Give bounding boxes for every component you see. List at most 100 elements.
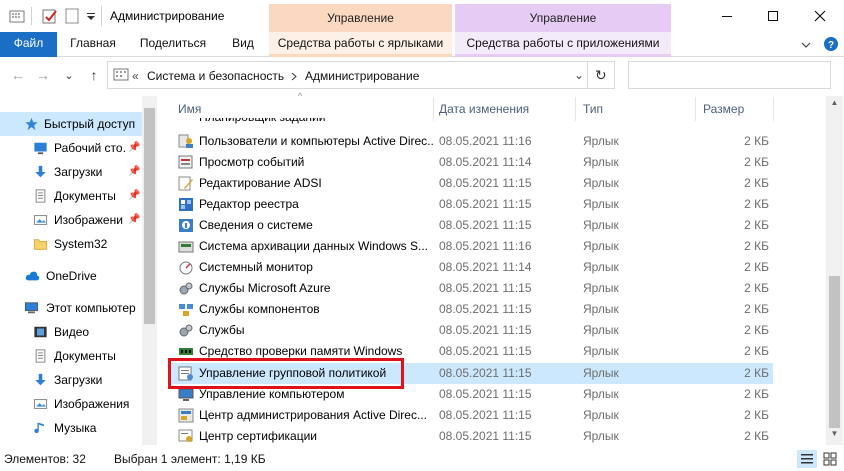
table-row[interactable]: Просмотр событий 08.05.2021 11:14 Ярлык …: [170, 152, 773, 173]
breadcrumb-system-security[interactable]: Система и безопасность: [147, 69, 284, 83]
breadcrumb-administration[interactable]: Администрирование: [305, 69, 419, 83]
address-dropdown-icon[interactable]: ⌄: [574, 68, 584, 82]
tab-share[interactable]: Поделиться: [136, 32, 210, 57]
table-row[interactable]: Службы Microsoft Azure 08.05.2021 11:15 …: [170, 278, 773, 299]
highlight-box: [168, 358, 404, 389]
nav-label: OneDrive: [46, 269, 97, 283]
up-button[interactable]: ↑: [84, 65, 104, 85]
back-icon: ←: [11, 67, 25, 83]
pin-icon[interactable]: 📌: [128, 208, 140, 232]
file-name: Редактирование ADSI: [199, 176, 322, 190]
file-size: 2 КБ: [744, 323, 769, 337]
qa-customize-icon[interactable]: [86, 8, 96, 24]
ad-admin-center-icon: [178, 408, 194, 423]
nav-scrollbar-thumb[interactable]: [144, 108, 155, 324]
ribbon-expand-icon[interactable]: [800, 40, 812, 50]
search-input[interactable]: [628, 61, 831, 89]
nav-onedrive[interactable]: OneDrive: [0, 264, 142, 288]
nav-pictures[interactable]: Изображени 📌: [0, 208, 142, 232]
folder-app-icon: [9, 10, 25, 23]
file-size: 2 КБ: [744, 155, 769, 169]
minimize-button[interactable]: [704, 0, 750, 32]
list-scrollbar-thumb[interactable]: [829, 276, 840, 428]
address-overflow-icon[interactable]: «: [132, 69, 139, 83]
tab-shortcut-tools[interactable]: Средства работы с ярлыками: [269, 32, 452, 57]
help-icon[interactable]: ?: [823, 36, 839, 52]
breadcrumb-chevron-icon[interactable]: [290, 72, 298, 81]
table-row[interactable]: Редактирование ADSI 08.05.2021 11:15 Ярл…: [170, 173, 773, 194]
table-row[interactable]: Редактор реестра 08.05.2021 11:15 Ярлык …: [170, 194, 773, 215]
properties-icon[interactable]: [42, 8, 58, 24]
scroll-up-icon[interactable]: ▲: [826, 98, 843, 112]
services-icon: [179, 282, 193, 295]
nav-downloads[interactable]: Загрузки 📌: [0, 160, 142, 184]
table-row-partial[interactable]: Планировщик заданий: [170, 118, 773, 126]
file-type: Ярлык: [583, 429, 619, 443]
scroll-down-icon[interactable]: ▼: [826, 429, 843, 443]
file-type: Ярлык: [583, 197, 619, 211]
tab-home[interactable]: Главная: [62, 32, 124, 57]
pin-icon[interactable]: 📌: [128, 184, 140, 208]
table-row[interactable]: Пользователи и компьютеры Active Direc..…: [170, 131, 773, 152]
details-view-icon[interactable]: [797, 450, 817, 468]
nav-label: Музыка: [54, 421, 97, 435]
monitor-icon: [179, 261, 193, 275]
nav-videos[interactable]: Видео: [0, 320, 142, 344]
tab-file[interactable]: Файл: [0, 32, 57, 57]
table-row[interactable]: Центр администрирования Active Direc... …: [170, 405, 773, 426]
table-row[interactable]: Службы 08.05.2021 11:15 Ярлык 2 КБ: [170, 320, 773, 341]
maximize-button[interactable]: [750, 0, 796, 32]
recent-locations-button[interactable]: ⌄: [62, 65, 76, 85]
nav-documents-pc[interactable]: Документы: [0, 344, 142, 368]
nav-label: Изображения: [54, 397, 130, 411]
nav-pictures-pc[interactable]: Изображения: [0, 392, 142, 416]
table-row[interactable]: Службы компонентов 08.05.2021 11:15 Ярлы…: [170, 299, 773, 320]
large-icons-view-icon[interactable]: [820, 450, 840, 468]
nav-quick-access[interactable]: Быстрый доступ: [0, 112, 142, 136]
nav-documents[interactable]: Документы 📌: [0, 184, 142, 208]
nav-label: Видео: [54, 325, 90, 339]
table-row[interactable]: Системный монитор 08.05.2021 11:14 Ярлык…: [170, 257, 773, 278]
nav-label: Рабочий сто.: [54, 141, 126, 155]
context-tab-app[interactable]: Управление: [455, 4, 671, 32]
adsi-icon: [178, 176, 193, 191]
table-row[interactable]: Система архивации данных Windows S... 08…: [170, 236, 773, 257]
refresh-icon[interactable]: ↻: [595, 67, 607, 84]
file-size: 2 КБ: [744, 429, 769, 443]
item-count: Элементов: 32: [4, 452, 86, 466]
file-type: Ярлык: [583, 408, 619, 422]
pin-icon[interactable]: 📌: [128, 160, 140, 184]
table-row[interactable]: Сведения о системе 08.05.2021 11:15 Ярлы…: [170, 215, 773, 236]
new-folder-icon[interactable]: [65, 8, 81, 24]
nav-this-pc[interactable]: Этот компьютер: [0, 296, 142, 320]
nav-downloads-pc[interactable]: Загрузки: [0, 368, 142, 392]
file-date: 08.05.2021 11:14: [439, 260, 532, 274]
file-size: 2 КБ: [744, 239, 769, 253]
file-size: 2 КБ: [744, 408, 769, 422]
back-button[interactable]: ←: [8, 65, 28, 85]
file-type: Ярлык: [583, 134, 619, 148]
table-row[interactable]: Центр сертификации 08.05.2021 11:15 Ярлы…: [170, 426, 773, 447]
file-size: 2 КБ: [744, 134, 769, 148]
pictures-icon: [33, 215, 48, 225]
title-bar: Администрирование Управление Управление: [0, 0, 844, 32]
column-divider[interactable]: [773, 97, 774, 121]
tab-view[interactable]: Вид: [224, 32, 262, 57]
context-tab-shortcut[interactable]: Управление: [269, 4, 452, 32]
pin-icon[interactable]: 📌: [128, 136, 140, 160]
nav-desktop[interactable]: Рабочий сто. 📌: [0, 136, 142, 160]
computer-management-icon: [178, 388, 194, 401]
file-type: Ярлык: [583, 176, 619, 190]
close-button[interactable]: [797, 0, 843, 32]
list-scrollbar[interactable]: ▲ ▼: [826, 96, 843, 445]
nav-scrollbar[interactable]: [142, 96, 157, 445]
tab-app-tools[interactable]: Средства работы с приложениями: [455, 32, 671, 57]
file-size: 2 КБ: [744, 387, 769, 401]
qa-divider: [31, 7, 32, 25]
nav-system32[interactable]: System32: [0, 232, 142, 256]
nav-music[interactable]: Музыка: [0, 416, 142, 440]
address-bar[interactable]: « Система и безопасность Администрирован…: [107, 61, 615, 89]
file-name: Службы Microsoft Azure: [199, 281, 331, 295]
file-name: Редактор реестра: [199, 197, 299, 211]
forward-button[interactable]: →: [33, 65, 53, 85]
